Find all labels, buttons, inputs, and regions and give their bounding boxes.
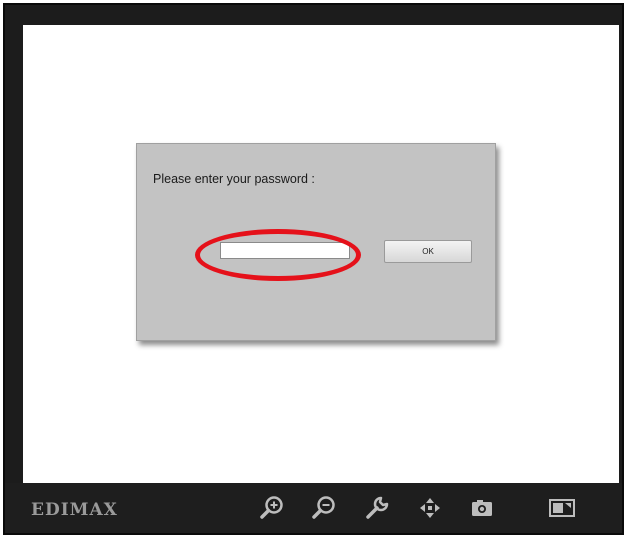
password-dialog: Please enter your password : OK — [136, 143, 496, 341]
zoom-in-icon — [260, 496, 283, 519]
zoom-in-button[interactable] — [257, 493, 287, 523]
zoom-out-button[interactable] — [309, 493, 339, 523]
zoom-out-icon — [312, 496, 335, 519]
fullscreen-icon — [549, 499, 575, 517]
password-prompt: Please enter your password : — [153, 172, 315, 186]
pan-button[interactable] — [415, 493, 445, 523]
ok-button[interactable]: OK — [384, 240, 472, 263]
move-arrows-icon — [420, 498, 440, 518]
bottom-toolbar: EDIMAX — [5, 483, 622, 533]
video-viewport: Please enter your password : OK — [23, 25, 619, 483]
snapshot-button[interactable] — [467, 493, 497, 523]
camera-icon — [472, 500, 492, 516]
wrench-icon — [366, 496, 389, 519]
settings-button[interactable] — [362, 493, 392, 523]
viewer-frame: Please enter your password : OK EDIMAX — [3, 3, 624, 535]
fullscreen-button[interactable] — [547, 493, 577, 523]
edimax-logo: EDIMAX — [31, 500, 118, 520]
password-input[interactable] — [220, 242, 350, 259]
